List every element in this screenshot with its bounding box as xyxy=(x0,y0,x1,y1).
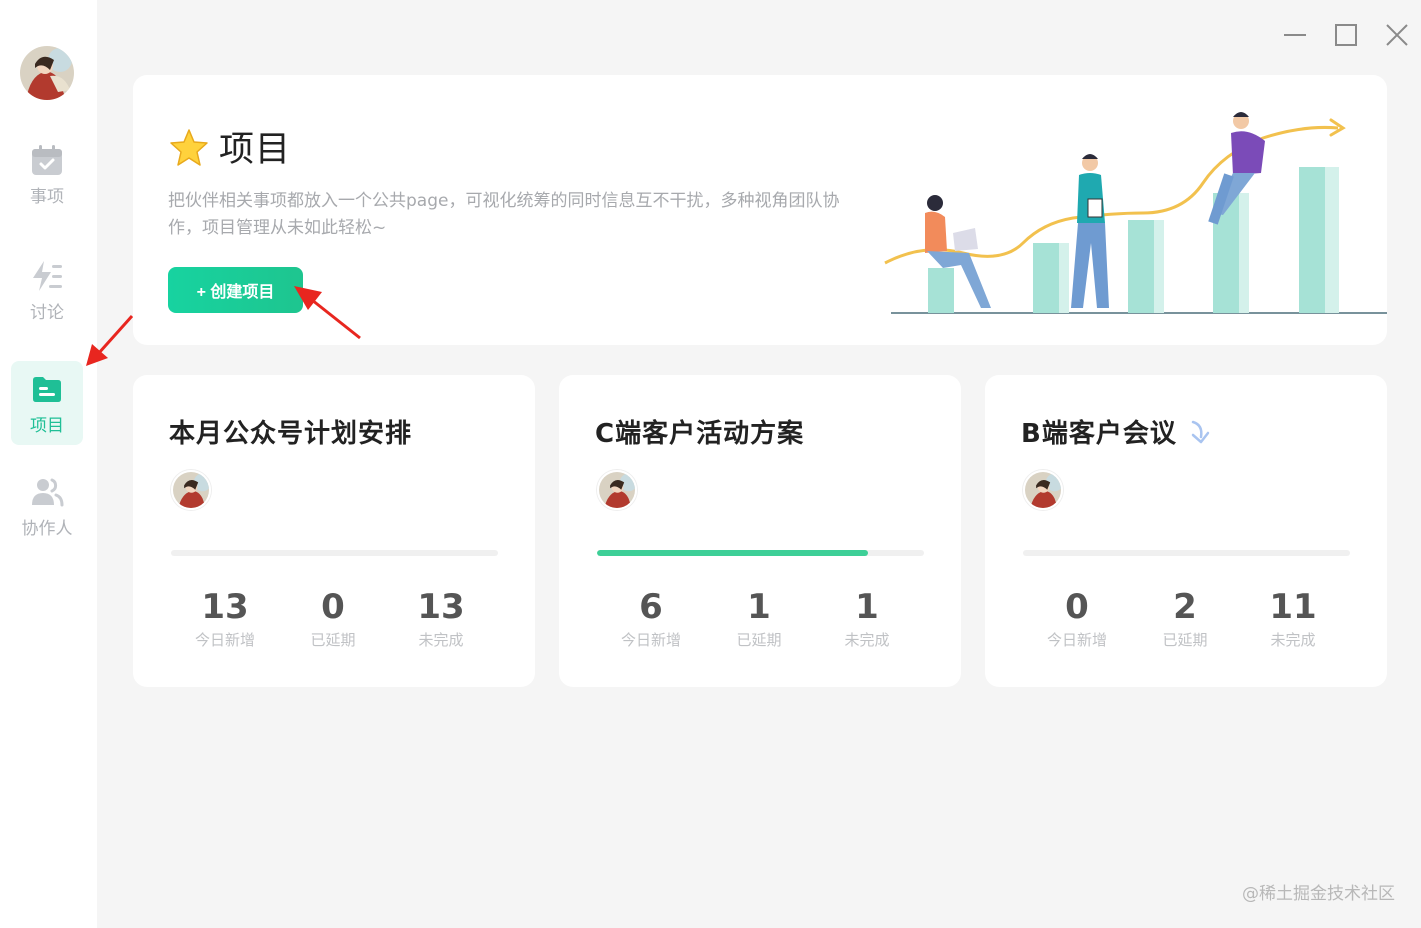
banner-description: 把伙伴相关事项都放入一个公共page，可视化统筹的同时信息互不干扰，多种视角团队… xyxy=(168,191,840,238)
page-title-text: 项目 xyxy=(219,130,292,170)
create-project-button[interactable]: + 创建项目 xyxy=(168,267,303,313)
folder-icon xyxy=(29,371,65,407)
sidebar-item-label: 讨论 xyxy=(30,302,64,323)
sidebar-item-projects[interactable]: 项目 xyxy=(11,361,83,445)
close-icon xyxy=(1386,24,1408,46)
page-title: 项目 xyxy=(169,121,291,172)
sidebar-item-collaborators[interactable]: 协作人 xyxy=(11,464,83,548)
stat-new-today: 6 今日新增 xyxy=(620,587,681,649)
stat-overdue: 1 已延期 xyxy=(736,587,782,649)
progress-fill xyxy=(597,550,869,556)
stat-unfinished: 11 未完成 xyxy=(1269,587,1317,649)
star-icon xyxy=(170,128,208,166)
member-avatar[interactable] xyxy=(1023,470,1063,510)
bolt-list-icon xyxy=(29,258,65,294)
watermark: @稀土掘金技术社区 xyxy=(1242,884,1395,904)
annotation-arrow-create xyxy=(294,286,361,340)
close-button[interactable] xyxy=(1382,20,1412,50)
maximize-icon xyxy=(1335,24,1357,46)
stat-unfinished: 13 未完成 xyxy=(417,587,465,649)
project-title: C端客户活动方案 xyxy=(595,419,805,449)
growth-illustration xyxy=(884,112,1387,314)
sidebar-item-label: 事项 xyxy=(30,186,64,207)
stat-new-today: 13 今日新增 xyxy=(194,587,255,649)
progress-bar xyxy=(1023,550,1350,556)
stat-new-today: 0 今日新增 xyxy=(1046,587,1107,649)
user-avatar[interactable] xyxy=(20,46,74,100)
stat-overdue: 0 已延期 xyxy=(310,587,356,649)
progress-bar xyxy=(597,550,924,556)
minimize-button[interactable] xyxy=(1280,20,1310,50)
users-icon xyxy=(29,474,65,510)
member-avatar[interactable] xyxy=(597,470,637,510)
stat-unfinished: 1 未完成 xyxy=(844,587,890,649)
sidebar-item-tasks[interactable]: 事项 xyxy=(11,132,83,216)
loading-arrow-icon xyxy=(1191,420,1210,443)
sidebar: 事项 讨论 项目 协作人 xyxy=(0,0,97,928)
project-card[interactable]: 本月公众号计划安排 13 今日新增 0 已延期 13 未完成 xyxy=(133,375,535,687)
project-card[interactable]: C端客户活动方案 6 今日新增 1 已延期 1 未完成 xyxy=(559,375,961,687)
calendar-check-icon xyxy=(29,142,65,178)
minimize-icon xyxy=(1284,34,1306,36)
progress-bar xyxy=(171,550,498,556)
sidebar-item-label: 项目 xyxy=(30,415,64,436)
member-avatar[interactable] xyxy=(171,470,211,510)
annotation-arrow-sidebar xyxy=(86,314,134,366)
maximize-button[interactable] xyxy=(1331,20,1361,50)
project-title: 本月公众号计划安排 xyxy=(169,419,413,449)
sidebar-item-label: 协作人 xyxy=(21,518,73,539)
project-card[interactable]: B端客户会议 0 今日新增 2 已延期 11 未完成 xyxy=(985,375,1387,687)
project-title: B端客户会议 xyxy=(1021,413,1211,450)
sidebar-item-discussion[interactable]: 讨论 xyxy=(11,248,83,332)
stat-overdue: 2 已延期 xyxy=(1162,587,1208,649)
